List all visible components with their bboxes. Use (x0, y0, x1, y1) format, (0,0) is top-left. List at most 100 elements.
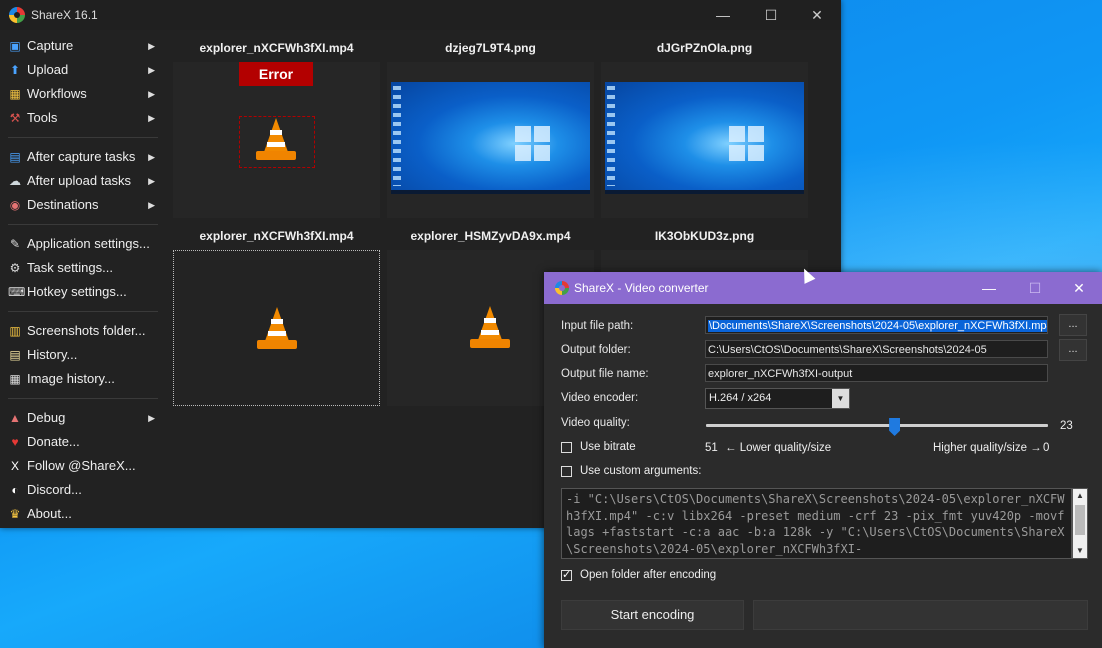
upload-icon: ⬆ (9, 63, 21, 77)
thumbnail-preview[interactable] (387, 62, 594, 218)
custom-arguments-checkbox[interactable] (561, 466, 572, 477)
screenshot-image (391, 82, 590, 194)
menu-item-destinations[interactable]: ◉ Destinations ▶ (0, 193, 168, 217)
input-path-label: Input file path: (561, 320, 634, 332)
output-folder-label: Output folder: (561, 344, 631, 356)
minimize-button[interactable]: — (966, 272, 1012, 304)
menu-item-after-upload-tasks[interactable]: ☁ After upload tasks ▶ (0, 169, 168, 193)
minimize-button[interactable]: — (700, 0, 746, 30)
x-logo-icon: X (10, 459, 19, 473)
menu-item-screenshots-folder[interactable]: ▥ Screenshots folder... (0, 319, 168, 343)
menu-separator (8, 137, 158, 138)
menu-item-discord[interactable]: ◐ Discord... (0, 478, 168, 502)
thumbnail-item[interactable]: dJGrPZnOIa.png (601, 38, 808, 218)
thumbnail-item[interactable]: explorer_nXCFWh3fXI.mp4 Error (173, 38, 380, 218)
app-settings-icon: ✎ (9, 237, 21, 251)
menu-separator (8, 311, 158, 312)
menu-item-task-settings[interactable]: ⚙ Task settings... (0, 256, 168, 280)
menu-item-hotkey-settings[interactable]: ⌨ Hotkey settings... (0, 280, 168, 304)
encoder-label: Video encoder: (561, 392, 639, 404)
debug-icon: ▲ (9, 411, 21, 425)
after-capture-icon: ▤ (9, 150, 21, 164)
scrollbar-thumb[interactable] (1075, 505, 1085, 535)
input-path-field[interactable]: \Documents\ShareX\Screenshots\2024-05\ex… (705, 316, 1048, 334)
menu-item-donate[interactable]: ♥ Donate... (0, 430, 168, 454)
menu-item-application-settings[interactable]: ✎ Application settings... (0, 232, 168, 256)
thumbnail-item[interactable]: dzjeg7L9T4.png (387, 38, 594, 218)
sharex-logo-icon (555, 281, 569, 295)
output-name-field[interactable]: explorer_nXCFWh3fXI-output (705, 364, 1048, 382)
menu-item-upload[interactable]: ⬆ Upload ▶ (0, 58, 168, 82)
output-folder-field[interactable]: C:\Users\CtOS\Documents\ShareX\Screensho… (705, 340, 1048, 358)
chevron-down-icon[interactable]: ▼ (832, 389, 849, 408)
thumbnail-item[interactable]: explorer_nXCFWh3fXI.mp4 (173, 226, 380, 406)
menu-item-capture[interactable]: ▣ Capture ▶ (0, 34, 168, 58)
open-folder-checkbox[interactable] (561, 568, 572, 581)
menu-separator (8, 224, 158, 225)
thumbnail-preview-selected[interactable] (173, 250, 380, 406)
menu-item-tools[interactable]: ⚒ Tools ▶ (0, 106, 168, 130)
submenu-arrow-icon: ▶ (148, 152, 155, 162)
about-icon: ♛ (9, 507, 21, 521)
window-title: ShareX 16.1 (31, 8, 98, 22)
video-converter-titlebar[interactable]: ShareX - Video converter — ☐ ✕ (544, 272, 1102, 304)
thumbnail-title: explorer_nXCFWh3fXI.mp4 (199, 41, 354, 55)
main-menu: ▣ Capture ▶ ⬆ Upload ▶ ▦ Workflows ▶ ⚒ Tools ▶ ▤ Afte… (0, 34, 168, 526)
vlc-cone-icon (470, 306, 510, 350)
menu-item-label: Screenshots folder... (27, 323, 146, 338)
quality-slider-handle[interactable] (889, 418, 901, 436)
encoder-value: H.264 / x264 (709, 392, 772, 404)
destinations-icon: ◉ (9, 198, 21, 212)
scroll-up-icon[interactable]: ▲ (1073, 489, 1087, 503)
menu-item-follow-sharex[interactable]: X Follow @ShareX... (0, 454, 168, 478)
menu-item-label: History... (27, 347, 78, 362)
encoder-dropdown[interactable]: H.264 / x264 ▼ (705, 388, 850, 409)
menu-item-label: Debug (27, 410, 66, 425)
menu-item-workflows[interactable]: ▦ Workflows ▶ (0, 82, 168, 106)
start-encoding-button[interactable]: Start encoding (561, 600, 744, 630)
open-folder-label: Open folder after encoding (580, 569, 717, 581)
menu-item-about[interactable]: ♛ About... (0, 502, 168, 526)
quality-value: 23 (1060, 420, 1073, 432)
thumbnail-preview[interactable]: Error (173, 62, 380, 218)
input-browse-button[interactable]: ... (1059, 314, 1087, 336)
screenshot-image (605, 82, 804, 194)
task-settings-icon: ⚙ (9, 261, 21, 275)
thumbnail-title: dJGrPZnOIa.png (656, 41, 753, 55)
menu-item-label: Follow @ShareX... (27, 458, 136, 473)
arguments-scrollbar[interactable]: ▲ ▼ (1072, 488, 1088, 559)
menu-item-image-history[interactable]: ▦ Image history... (0, 367, 168, 391)
thumbnail-title: IK3ObKUD3z.png (654, 229, 755, 243)
thumbnail-item[interactable]: explorer_HSMZyvDA9x.mp4 (387, 226, 594, 406)
menu-item-label: About... (27, 506, 72, 521)
output-browse-button[interactable]: ... (1059, 339, 1087, 361)
menu-item-label: Workflows (27, 86, 87, 101)
error-badge: Error (239, 62, 313, 86)
bitrate-max-value: 0 (1043, 442, 1050, 454)
thumbnail-preview[interactable] (601, 62, 808, 218)
screenshots-folder-icon: ▥ (9, 324, 21, 338)
close-button[interactable]: ✕ (1056, 272, 1102, 304)
thumbnail-item[interactable]: IK3ObKUD3z.png (601, 226, 808, 406)
donate-icon: ♥ (11, 435, 19, 449)
menu-item-after-capture-tasks[interactable]: ▤ After capture tasks ▶ (0, 145, 168, 169)
menu-item-label: Tools (27, 110, 58, 125)
menu-item-label: After upload tasks (27, 173, 132, 188)
submenu-arrow-icon: ▶ (148, 176, 155, 186)
close-button[interactable]: ✕ (794, 0, 840, 30)
scroll-down-icon[interactable]: ▼ (1073, 544, 1087, 558)
quality-slider-track[interactable] (706, 424, 1048, 427)
menu-item-label: After capture tasks (27, 149, 136, 164)
main-titlebar[interactable]: ShareX 16.1 — ☐ ✕ (0, 0, 841, 30)
menu-item-label: Discord... (27, 482, 82, 497)
vlc-cone-icon (256, 118, 296, 162)
maximize-button[interactable]: ☐ (748, 0, 794, 30)
menu-item-debug[interactable]: ▲ Debug ▶ (0, 406, 168, 430)
maximize-button[interactable]: ☐ (1012, 272, 1058, 304)
arguments-textarea[interactable]: -i "C:\Users\CtOS\Documents\ShareX\Scree… (561, 488, 1072, 559)
menu-item-history[interactable]: ▤ History... (0, 343, 168, 367)
thumbnail-title: explorer_nXCFWh3fXI.mp4 (199, 229, 354, 243)
submenu-arrow-icon: ▶ (148, 413, 155, 423)
submenu-arrow-icon: ▶ (148, 113, 155, 123)
use-bitrate-checkbox[interactable] (561, 442, 572, 453)
